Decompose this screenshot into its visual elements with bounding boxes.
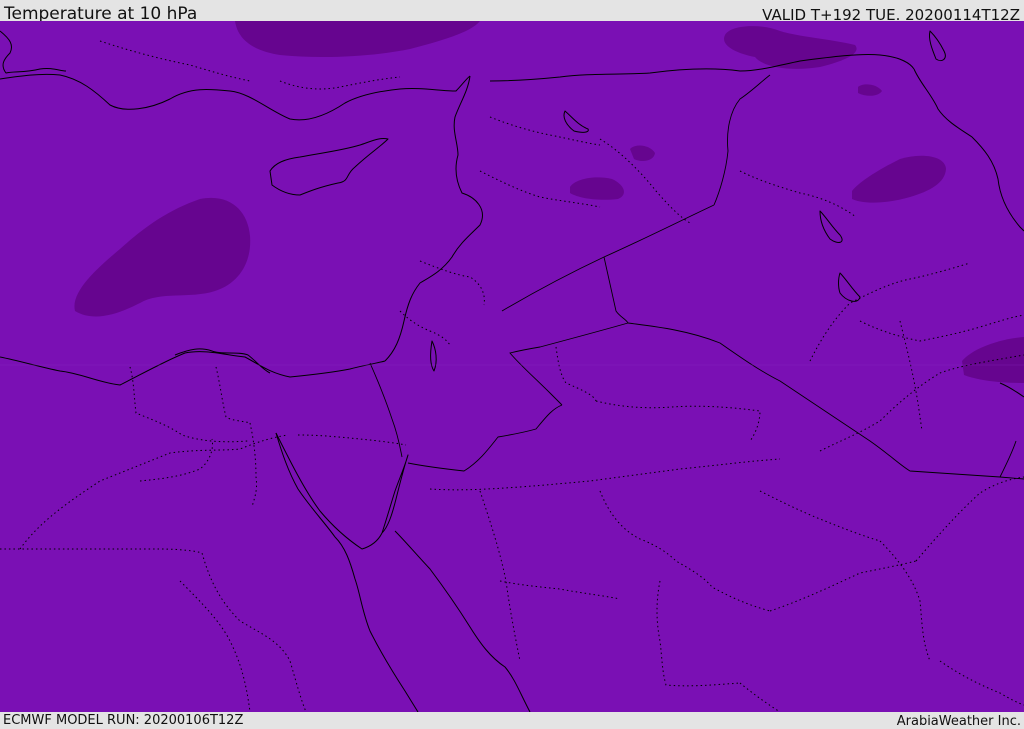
model-run: ECMWF MODEL RUN: 20200106T12Z [3, 713, 244, 728]
map-window: Temperature at 10 hPa VALID T+192 TUE. 2… [0, 0, 1024, 729]
temperature-map[interactable] [0, 21, 1024, 712]
credit: ArabiaWeather Inc. [896, 714, 1021, 729]
